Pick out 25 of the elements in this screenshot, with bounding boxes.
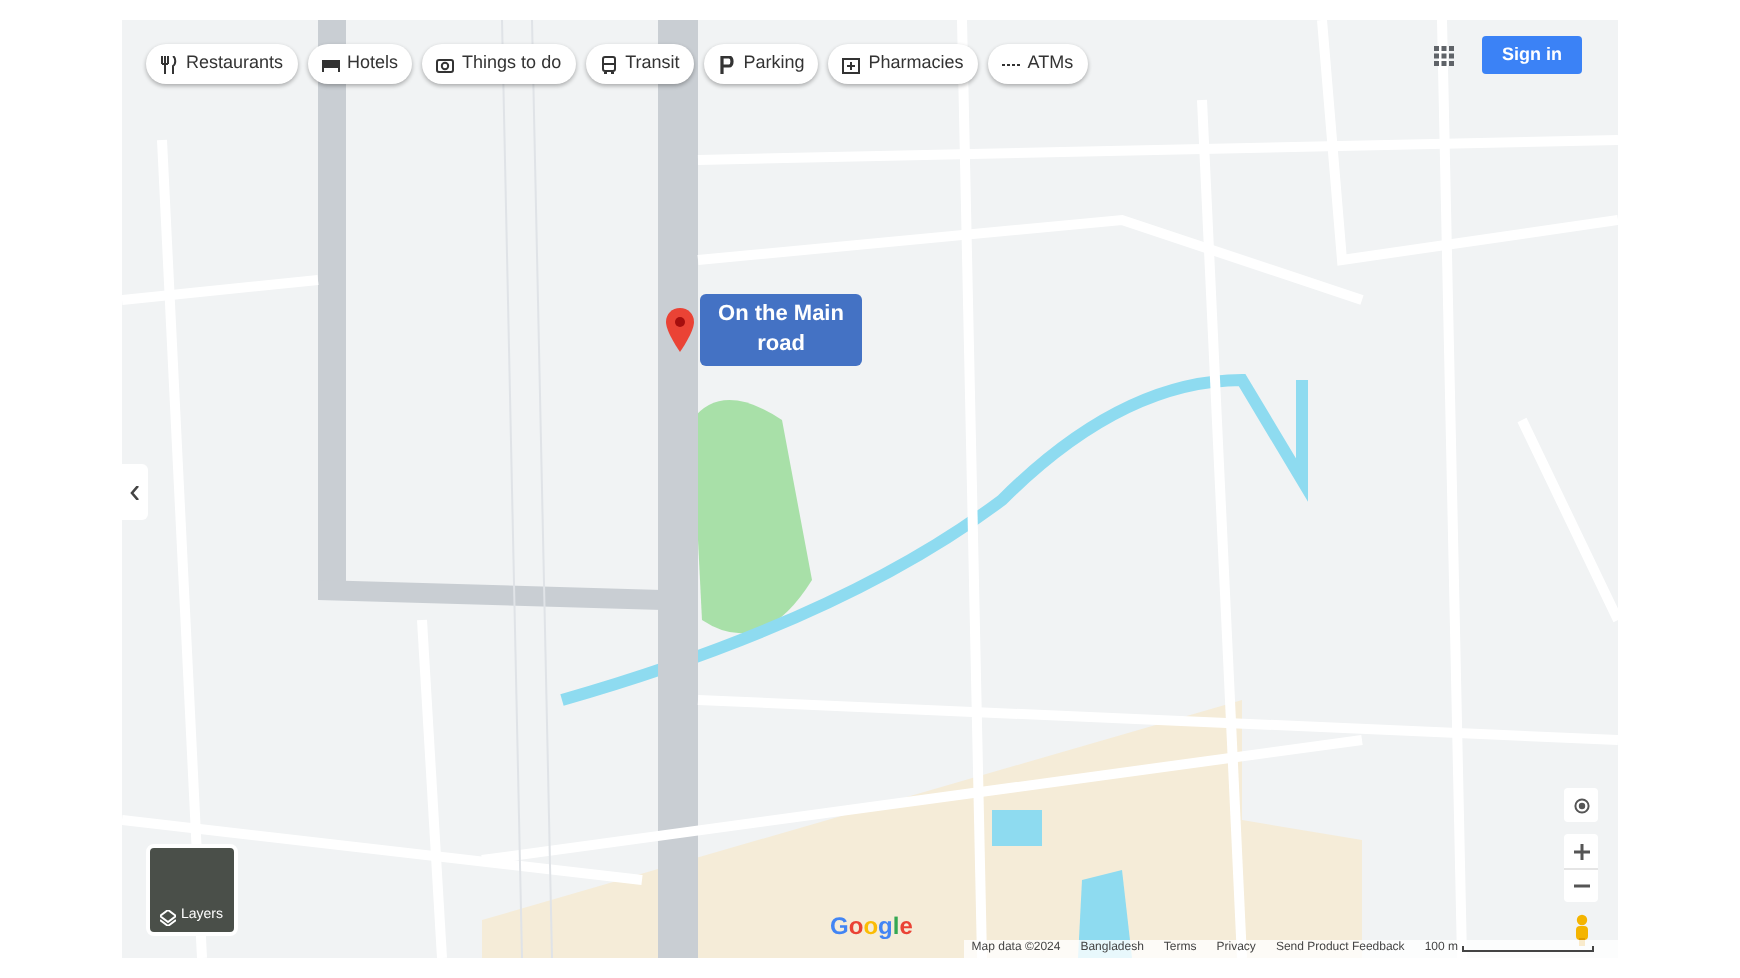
map-pin-icon [666,308,694,352]
collapse-panel-button[interactable] [122,464,148,520]
location-callout: On the Main road [700,294,862,366]
category-chip[interactable]: Things to do [422,44,576,84]
chevron-left-icon [130,485,140,499]
category-chip[interactable]: Pharmacies [828,44,978,84]
category-chip[interactable]: Restaurants [146,44,298,84]
category-chip[interactable]: Parking [703,44,819,84]
plus-icon [1573,843,1589,859]
layers-icon [160,910,177,926]
apps-grid-icon[interactable] [1434,45,1454,65]
category-chip[interactable]: ATMs [987,44,1088,84]
my-location-button[interactable] [1564,788,1598,822]
sign-in-button[interactable]: Sign in [1482,36,1582,74]
parking-icon [717,55,736,73]
category-chip[interactable]: Hotels [307,44,413,84]
bus-icon [599,55,618,73]
google-logo: Google [830,910,913,944]
location-target-icon [1571,795,1591,815]
scale-bar [1462,946,1594,952]
pharmacy-icon [842,55,861,73]
fork-knife-icon [160,55,178,73]
bed-icon [321,55,340,73]
category-chip[interactable]: Transit [585,44,694,84]
camera-icon [436,55,455,73]
